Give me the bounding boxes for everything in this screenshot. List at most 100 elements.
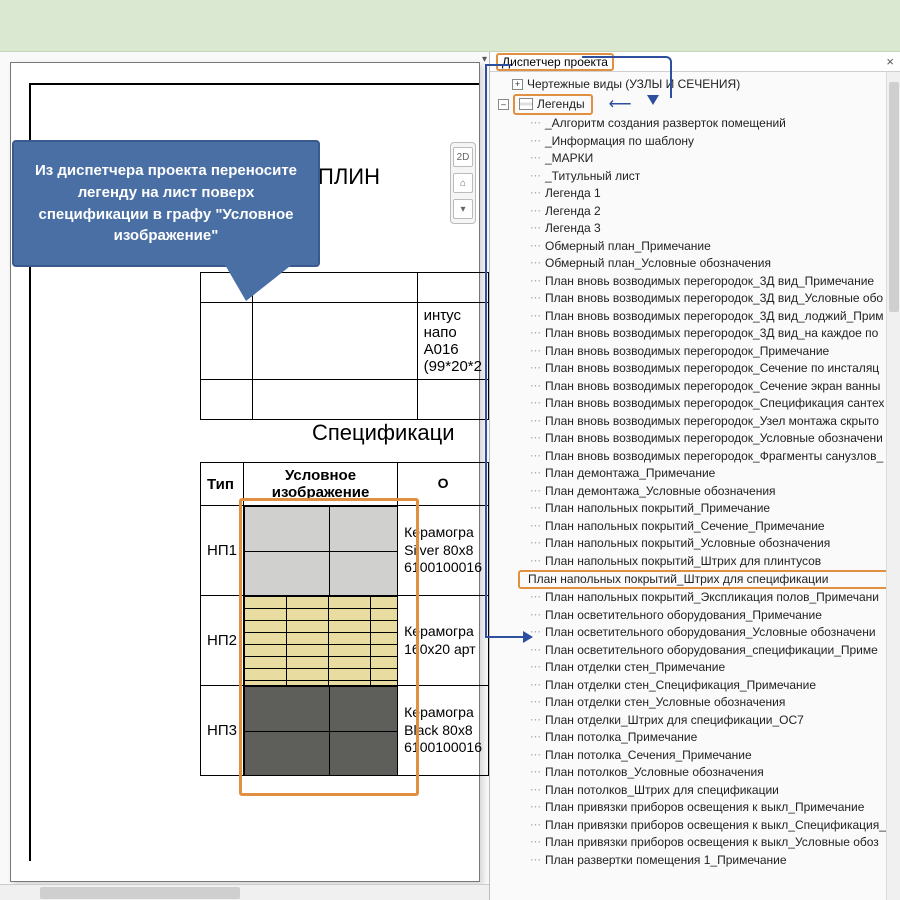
tree-item[interactable]: ⋯_МАРКИ — [490, 150, 900, 168]
tree-item[interactable]: ⋯План вновь возводимых перегородок_Сечен… — [490, 378, 900, 396]
tree-item[interactable]: ⋯План осветительного оборудования_специф… — [490, 642, 900, 660]
connector-line — [485, 64, 511, 66]
tree-dots-icon: ⋯ — [530, 852, 541, 870]
tree-dots-icon: ⋯ — [530, 168, 541, 186]
tree-item[interactable]: ⋯План демонтажа_Условные обозначения — [490, 483, 900, 501]
browser-title-bar[interactable]: Диспетчер проекта × — [490, 52, 900, 72]
close-icon[interactable]: × — [886, 54, 894, 69]
drawing-canvas[interactable]: ▾ 2D ⌂ ▾ Из диспетчера проекта переносит… — [0, 52, 490, 900]
tree-item[interactable]: ⋯План потолков_Условные обозначения — [490, 764, 900, 782]
tree-item[interactable]: ⋯План вновь возводимых перегородок_3Д ви… — [490, 290, 900, 308]
tree-item[interactable]: ⋯Легенда 3 — [490, 220, 900, 238]
browser-tree[interactable]: +Чертежные виды (УЗЛЫ И СЕЧЕНИЯ)–Легенды… — [490, 72, 900, 900]
tree-dots-icon: ⋯ — [530, 729, 541, 747]
tree-dots-icon: ⋯ — [530, 712, 541, 730]
tool-more-icon[interactable]: ▾ — [453, 199, 473, 219]
tree-item[interactable]: ⋯План вновь возводимых перегородок_Узел … — [490, 413, 900, 431]
tree-item[interactable]: ⋯План отделки стен_Примечание — [490, 659, 900, 677]
tree-item[interactable]: ⋯План развертки помещения 1_Примечание — [490, 852, 900, 870]
tree-item[interactable]: ⋯План вновь возводимых перегородок_3Д ви… — [490, 273, 900, 291]
tree-dots-icon: ⋯ — [530, 150, 541, 168]
tool-2d-icon[interactable]: 2D — [453, 147, 473, 167]
tool-nav-icon[interactable]: ⌂ — [453, 173, 473, 193]
tree-item[interactable]: ⋯Обмерный план_Примечание — [490, 238, 900, 256]
tree-dots-icon: ⋯ — [530, 694, 541, 712]
tree-dots-icon: ⋯ — [530, 518, 541, 536]
tree-dots-icon: ⋯ — [530, 764, 541, 782]
row-desc: Керамогра Silver 80x8 6100100016 — [398, 506, 489, 596]
tree-dots-icon: ⋯ — [530, 589, 541, 607]
tree-item[interactable]: ⋯План вновь возводимых перегородок_Приме… — [490, 343, 900, 361]
tree-item[interactable]: ⋯План демонтажа_Примечание — [490, 465, 900, 483]
tree-item[interactable]: ⋯План привязки приборов освещения к выкл… — [490, 799, 900, 817]
connector-arrowhead — [523, 631, 533, 643]
canvas-h-scrollbar[interactable] — [0, 884, 489, 900]
tree-dots-icon: ⋯ — [530, 782, 541, 800]
tree-dots-icon: ⋯ — [530, 378, 541, 396]
swatch-beige — [244, 596, 397, 685]
tree-item[interactable]: +Чертежные виды (УЗЛЫ И СЕЧЕНИЯ) — [490, 76, 900, 94]
expand-icon[interactable]: + — [512, 79, 523, 90]
tree-item[interactable]: ⋯Обмерный план_Условные обозначения — [490, 255, 900, 273]
tree-item[interactable]: ⋯Легенда 2 — [490, 203, 900, 221]
tree-dots-icon: ⋯ — [530, 642, 541, 660]
header-extra: О — [398, 463, 489, 506]
tree-item[interactable]: ⋯План потолков_Штрих для спецификации — [490, 782, 900, 800]
tree-item[interactable]: ⋯Легенда 1 — [490, 185, 900, 203]
tree-item[interactable]: ⋯План потолка_Сечения_Примечание — [490, 747, 900, 765]
tree-item[interactable]: ⋯План отделки стен_Спецификация_Примечан… — [490, 677, 900, 695]
tree-dots-icon: ⋯ — [530, 133, 541, 151]
ribbon-area — [0, 0, 900, 52]
tree-item[interactable]: ⋯План осветительного оборудования_Примеч… — [490, 607, 900, 625]
tree-item[interactable]: ⋯План напольных покрытий_Штрих для плинт… — [490, 553, 900, 571]
tree-dots-icon: ⋯ — [530, 553, 541, 571]
tree-item[interactable]: ⋯_Алгоритм создания разверток помещений — [490, 115, 900, 133]
tree-dots-icon: ⋯ — [530, 220, 541, 238]
tree-item[interactable]: ⋯План отделки_Штрих для спецификации_ОС7 — [490, 712, 900, 730]
tree-item[interactable]: ⋯План вновь возводимых перегородок_Сечен… — [490, 360, 900, 378]
tree-item[interactable]: ⋯План напольных покрытий_Экспликация пол… — [490, 589, 900, 607]
row-type: НП1 — [201, 506, 244, 596]
tree-item[interactable]: ⋯План напольных покрытий_Примечание — [490, 500, 900, 518]
tree-dots-icon: ⋯ — [530, 465, 541, 483]
row-type: НП2 — [201, 596, 244, 686]
header-image: Условное изображение — [243, 463, 397, 506]
tree-item[interactable]: ⋯План напольных покрытий_Сечение_Примеча… — [490, 518, 900, 536]
tree-dots-icon: ⋯ — [530, 799, 541, 817]
tree-dots-icon: ⋯ — [530, 659, 541, 677]
cell-note: инτус напоA016 (99*20*2 — [417, 303, 488, 380]
tree-dots-icon: ⋯ — [530, 255, 541, 273]
tree-item[interactable]: ⋯_Информация по шаблону — [490, 133, 900, 151]
tree-item[interactable]: ⋯План напольных покрытий_Условные обозна… — [490, 535, 900, 553]
tree-dots-icon: ⋯ — [530, 115, 541, 133]
tree-item[interactable]: ⋯План потолка_Примечание — [490, 729, 900, 747]
tree-item[interactable]: ⋯План привязки приборов освещения к выкл… — [490, 834, 900, 852]
tree-item[interactable]: ⋯_Титульный лист — [490, 168, 900, 186]
header-type: Тип — [201, 463, 244, 506]
tree-dots-icon: ⋯ — [530, 817, 541, 835]
tree-dots-icon: ⋯ — [530, 395, 541, 413]
tree-item[interactable]: ⋯План вновь возводимых перегородок_3Д ви… — [490, 308, 900, 326]
swatch-dark — [244, 686, 397, 775]
tree-dots-icon: ⋯ — [530, 483, 541, 501]
tree-dots-icon: ⋯ — [530, 413, 541, 431]
browser-v-scrollbar[interactable] — [886, 72, 900, 900]
tree-dots-icon: ⋯ — [530, 343, 541, 361]
row-type: НП3 — [201, 686, 244, 776]
tree-dots-icon: ⋯ — [530, 185, 541, 203]
tree-item[interactable]: ⋯План отделки стен_Условные обозначения — [490, 694, 900, 712]
tree-item[interactable]: ⋯План вновь возводимых перегородок_Фрагм… — [490, 448, 900, 466]
tree-item[interactable]: ⋯План вновь возводимых перегородок_Специ… — [490, 395, 900, 413]
arrow-left-icon: ⟵ — [609, 96, 632, 114]
tree-item[interactable]: ⋯План вновь возводимых перегородок_Услов… — [490, 430, 900, 448]
legend-icon — [519, 98, 533, 110]
tree-dots-icon: ⋯ — [530, 238, 541, 256]
tree-dots-icon: ⋯ — [530, 535, 541, 553]
legends-node[interactable]: –Легенды⟵ — [490, 94, 900, 116]
tree-item-highlighted[interactable]: План напольных покрытий_Штрих для специф… — [518, 570, 894, 589]
collapse-icon[interactable]: – — [498, 99, 509, 110]
tree-item[interactable]: ⋯План привязки приборов освещения к выкл… — [490, 817, 900, 835]
tree-dots-icon: ⋯ — [530, 747, 541, 765]
tree-item[interactable]: ⋯План вновь возводимых перегородок_3Д ви… — [490, 325, 900, 343]
tree-item[interactable]: ⋯План осветительного оборудования_Условн… — [490, 624, 900, 642]
